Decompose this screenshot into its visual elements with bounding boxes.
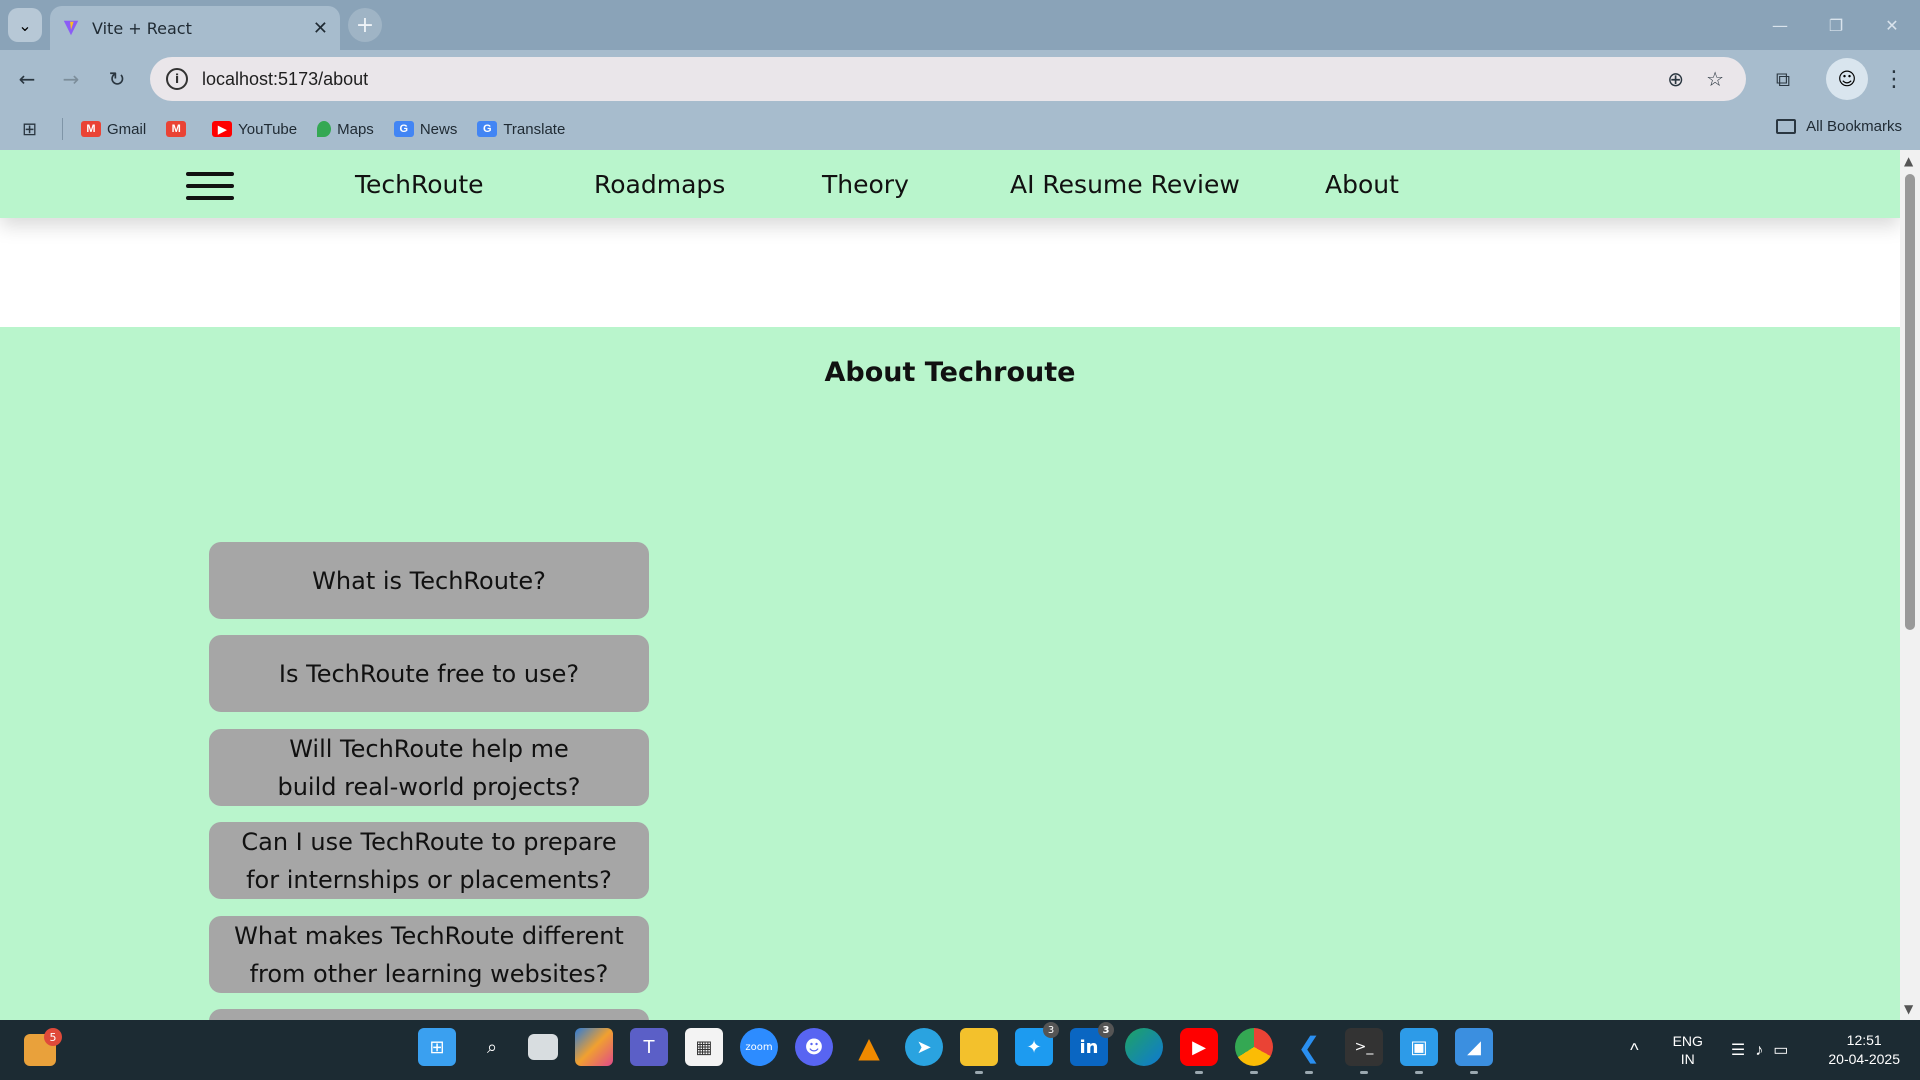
scroll-down-icon[interactable]: ▼ [1904, 1002, 1913, 1016]
back-button[interactable]: ← [10, 62, 44, 96]
telegram-icon[interactable]: ➤ [905, 1028, 943, 1066]
terminal-icon[interactable]: >_ [1345, 1028, 1383, 1074]
start-icon[interactable]: ⊞ [418, 1028, 456, 1066]
clock[interactable]: 12:51 20-04-2025 [1828, 1031, 1900, 1069]
bookmark-translate[interactable]: G Translate [477, 121, 565, 138]
forward-button[interactable]: → [54, 62, 88, 96]
folder-icon [1776, 119, 1797, 134]
address-bar[interactable]: i localhost:5173/about ⊕ ☆ [150, 57, 1746, 101]
site-info-icon[interactable]: i [166, 68, 188, 90]
task-view-icon[interactable] [528, 1034, 558, 1060]
tab-search-button[interactable]: ⌄ [8, 8, 42, 42]
linkedin-icon[interactable]: in 3 [1070, 1022, 1114, 1066]
bookmark-youtube[interactable]: ▶ YouTube [212, 121, 297, 138]
weather-badge: 5 [44, 1028, 62, 1046]
news-icon: G [393, 121, 414, 137]
bookmark-gmail[interactable]: M Gmail [81, 121, 146, 138]
site-navbar: TechRoute Roadmaps Theory AI Resume Revi… [0, 150, 1900, 218]
gmail-icon: M [81, 121, 101, 137]
new-tab-button[interactable]: + [348, 8, 382, 42]
restore-button[interactable]: ❐ [1808, 0, 1864, 50]
browser-toolbar: ← → ↻ i localhost:5173/about ⊕ ☆ ⧉ ☺ ⋮ [0, 50, 1920, 108]
bookmark-gmail-2[interactable]: M [166, 121, 192, 137]
windows-taskbar: 5 ⊞ ⌕ T ▦ zoom ☻ ▲ ➤ ✦ 3 in 3 ▶ ❮ >_ ▣ ◢ ^… [0, 1020, 1920, 1080]
tab-strip: ⌄ Vite + React ✕ + — ❐ ✕ [0, 0, 1920, 50]
file-explorer-icon[interactable] [960, 1028, 998, 1074]
bookmark-news[interactable]: G News [393, 121, 457, 138]
vscode-icon[interactable]: ❮ [1290, 1028, 1328, 1074]
vlc-icon[interactable]: ▲ [850, 1028, 888, 1066]
nav-link-roadmaps[interactable]: Roadmaps [594, 170, 725, 199]
bookmark-star-icon[interactable]: ☆ [1706, 67, 1724, 91]
bookmarks-bar: ⊞ M Gmail M ▶ YouTube Maps G News G Tran… [0, 108, 1920, 150]
teams-icon[interactable]: T [630, 1028, 668, 1066]
edge-icon[interactable] [1125, 1028, 1163, 1066]
all-bookmarks[interactable]: All Bookmarks [1776, 118, 1902, 135]
store-icon[interactable]: ▦ [685, 1028, 723, 1066]
browser-tab[interactable]: Vite + React ✕ [50, 6, 340, 50]
minimize-button[interactable]: — [1752, 0, 1808, 50]
control-panel-icon[interactable]: ▣ [1400, 1028, 1438, 1074]
twitter-icon[interactable]: ✦ 3 [1015, 1022, 1059, 1066]
gmail-icon: M [166, 121, 187, 137]
nav-link-about[interactable]: About [1325, 170, 1399, 199]
page-viewport: TechRoute Roadmaps Theory AI Resume Revi… [0, 150, 1900, 1020]
nav-brand-techroute[interactable]: TechRoute [355, 170, 484, 199]
vite-logo-icon [63, 20, 79, 36]
close-tab-icon[interactable]: ✕ [313, 18, 328, 39]
nav-link-theory[interactable]: Theory [822, 170, 909, 199]
hamburger-menu-icon[interactable] [186, 172, 234, 200]
nav-link-ai-resume-review[interactable]: AI Resume Review [1010, 170, 1240, 199]
maps-pin-icon [317, 121, 332, 137]
reload-button[interactable]: ↻ [100, 62, 134, 96]
page-title: About Techroute [824, 357, 1076, 388]
translate-icon: G [477, 121, 498, 137]
extensions-icon[interactable]: ⧉ [1766, 62, 1800, 96]
faq-question-2[interactable]: Is TechRoute free to use? [209, 635, 649, 712]
chevron-down-icon: ⌄ [18, 15, 32, 35]
scroll-thumb[interactable] [1905, 174, 1915, 630]
faq-question-5[interactable]: What makes TechRoute different from othe… [209, 916, 649, 993]
discord-icon[interactable]: ☻ [795, 1028, 833, 1066]
bookmarks-divider [62, 118, 63, 140]
tab-title: Vite + React [92, 18, 192, 38]
chrome-icon[interactable] [1235, 1028, 1273, 1074]
weather-widget-icon[interactable]: 5 [24, 1028, 62, 1066]
search-icon[interactable]: ⌕ [473, 1028, 511, 1066]
zoom-icon[interactable]: ⊕ [1667, 67, 1684, 91]
faq-question-1[interactable]: What is TechRoute? [209, 542, 649, 619]
faq-question-3[interactable]: Will TechRoute help me build real-world … [209, 729, 649, 806]
address-url[interactable]: localhost:5173/about [202, 69, 368, 90]
about-section: About Techroute What is TechRoute? Is Te… [0, 327, 1900, 1020]
system-tray: ^ ENG IN ☰♪▭ 12:51 20-04-2025 [1630, 1028, 1900, 1072]
profile-avatar[interactable]: ☺ [1826, 58, 1868, 100]
browser-menu-icon[interactable]: ⋮ [1882, 62, 1906, 96]
close-window-button[interactable]: ✕ [1864, 0, 1920, 50]
bookmark-maps[interactable]: Maps [317, 121, 374, 138]
scroll-up-icon[interactable]: ▲ [1904, 154, 1913, 168]
zoom-icon[interactable]: zoom [740, 1028, 778, 1066]
photos-icon[interactable]: ◢ [1455, 1028, 1493, 1074]
page-scrollbar[interactable]: ▲ ▼ [1900, 150, 1920, 1020]
faq-question-4[interactable]: Can I use TechRoute to prepare for inter… [209, 822, 649, 899]
language-indicator[interactable]: ENG IN [1673, 1032, 1703, 1068]
wifi-volume-battery-icons[interactable]: ☰♪▭ [1731, 1040, 1798, 1060]
youtube-app-icon[interactable]: ▶ [1180, 1028, 1218, 1074]
faq-question-6[interactable] [209, 1009, 649, 1020]
youtube-icon: ▶ [212, 121, 233, 137]
copilot-icon[interactable] [575, 1028, 613, 1066]
apps-grid-icon[interactable]: ⊞ [22, 119, 42, 140]
show-hidden-icons-icon[interactable]: ^ [1630, 1040, 1638, 1061]
